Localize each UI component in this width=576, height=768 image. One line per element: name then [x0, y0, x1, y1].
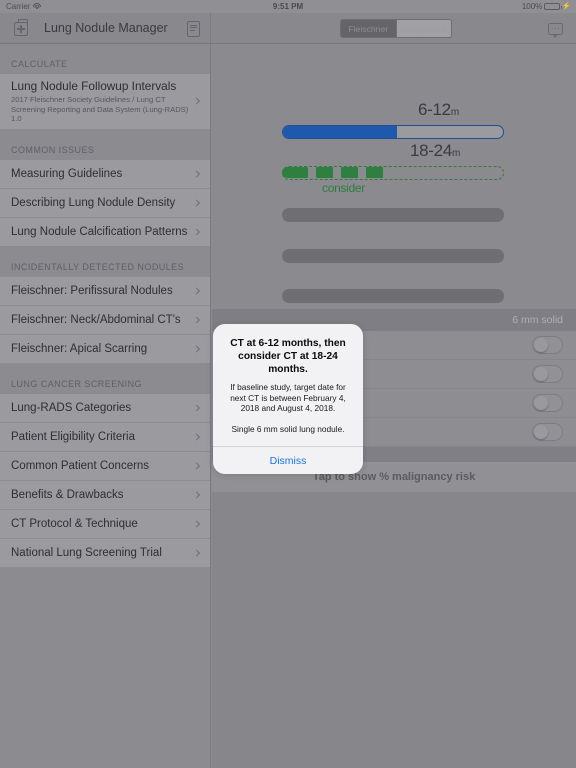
page-title: Lung Nodule Manager [44, 21, 168, 35]
empty-interval-bar [282, 208, 504, 222]
nodule-option-toggle[interactable] [532, 365, 563, 383]
empty-interval-bar [282, 249, 504, 263]
sidebar-item-label: Common Patient Concerns [11, 459, 150, 472]
sidebar-item-lung-rads-categories[interactable]: Lung-RADS Categories [0, 393, 210, 423]
sidebar-item-fleischner-neck-abdominal-cts[interactable]: Fleischner: Neck/Abdominal CT's [0, 305, 210, 335]
primary-interval-label: 6-12m [418, 100, 459, 119]
empty-interval-bar [282, 289, 504, 303]
nodule-option-toggle[interactable] [532, 394, 563, 412]
toggle-knob [534, 367, 548, 381]
toggle-knob [534, 338, 548, 352]
sidebar-item-label: Patient Eligibility Criteria [11, 430, 135, 443]
battery-icon [544, 3, 563, 10]
sidebar-item-label: Fleischner: Neck/Abdominal CT's [11, 313, 181, 326]
sidebar-item-ct-protocol-technique[interactable]: CT Protocol & Technique [0, 509, 210, 539]
sidebar-item-common-patient-concerns[interactable]: Common Patient Concerns [0, 451, 210, 481]
status-bar-time: 9:51 PM [272, 2, 304, 11]
medical-kit-add-button[interactable] [14, 13, 28, 44]
dismiss-button[interactable]: Dismiss [213, 447, 363, 474]
sidebar-section-header-lung-cancer-screening: LUNG CANCER SCREENING [0, 363, 210, 394]
alert-body: CT at 6-12 months, then consider CT at 1… [213, 324, 363, 446]
battery-percent-label: 100% [521, 2, 543, 11]
sidebar-item-label: National Lung Screening Trial [11, 546, 162, 559]
sidebar-section-header-incidentally-detected-nodules: INCIDENTALLY DETECTED NODULES [0, 246, 210, 277]
nodule-option-toggle[interactable] [532, 423, 563, 441]
sidebar-item-label: Fleischner: Perifissural Nodules [11, 284, 173, 297]
toggle-knob [534, 425, 548, 439]
consider-note: consider [322, 181, 365, 195]
status-bar-right: 100% ⚡ [522, 2, 571, 11]
sidebar-item-label: Measuring Guidelines [11, 167, 123, 180]
alert-message-secondary: Single 6 mm solid lung nodule. [231, 423, 345, 434]
sidebar[interactable]: CALCULATE Lung Nodule Followup Intervals… [0, 44, 211, 768]
guideline-segmented-control[interactable]: Fleischner Lung-RADS [340, 19, 452, 38]
sidebar-item-label: Fleischner: Apical Scarring [11, 342, 148, 355]
toggle-knob [534, 396, 548, 410]
sidebar-section-header-common-issues: COMMON ISSUES [0, 129, 210, 160]
document-report-icon [187, 20, 200, 37]
navigation-bar: Lung Nodule Manager Fleischner Lung-RADS [0, 13, 576, 44]
alert-message: If baseline study, target date for next … [230, 382, 346, 413]
status-bar: Carrier 9:51 PM 100% ⚡ [0, 0, 576, 13]
sidebar-item-label: Lung Nodule Followup Intervals [11, 79, 177, 93]
sidebar-item-describing-lung-nodule-density[interactable]: Describing Lung Nodule Density [0, 188, 210, 218]
medical-kit-add-icon [14, 19, 28, 36]
sidebar-item-fleischner-perifissural-nodules[interactable]: Fleischner: Perifissural Nodules [0, 276, 210, 306]
primary-interval-bar[interactable] [282, 125, 504, 139]
sidebar-item-subtitle: 2017 Fleischner Society Guidelines / Lun… [11, 95, 189, 123]
segment-lung-rads[interactable]: Lung-RADS [395, 20, 451, 37]
lightning-bolt-icon: ⚡ [562, 3, 571, 10]
sidebar-item-lung-nodule-calcification-patterns[interactable]: Lung Nodule Calcification Patterns [0, 217, 210, 247]
sidebar-item-label: Lung-RADS Categories [11, 401, 132, 414]
sidebar-section-header-calculate: CALCULATE [0, 44, 210, 74]
sidebar-item-label: Lung Nodule Calcification Patterns [11, 225, 188, 238]
secondary-bar-segment [282, 167, 308, 178]
sidebar-item-measuring-guidelines[interactable]: Measuring Guidelines [0, 159, 210, 189]
nodule-option-toggle[interactable] [532, 336, 563, 354]
speech-bubble-icon [548, 22, 563, 38]
report-button[interactable] [187, 13, 200, 44]
sidebar-bottom-space [0, 567, 210, 580]
sidebar-item-label: Benefits & Drawbacks [11, 488, 124, 501]
secondary-bar-segment [366, 167, 383, 178]
secondary-bar-segment [316, 167, 333, 178]
alert-title: CT at 6-12 months, then consider CT at 1… [230, 338, 346, 375]
sidebar-item-national-lung-screening-trial[interactable]: National Lung Screening Trial [0, 538, 210, 568]
sidebar-item-lung-nodule-followup-intervals[interactable]: Lung Nodule Followup Intervals 2017 Flei… [0, 74, 210, 130]
primary-interval-fill [283, 126, 398, 138]
comment-button[interactable] [548, 13, 563, 44]
main-bottom-space [212, 493, 576, 768]
secondary-bar-segment [341, 167, 358, 178]
sidebar-item-fleischner-apical-scarring[interactable]: Fleischner: Apical Scarring [0, 334, 210, 364]
followup-timeline: 6-12m 18-24m consider [212, 44, 576, 309]
secondary-interval-label: 18-24m [410, 141, 461, 160]
sidebar-item-label: Describing Lung Nodule Density [11, 196, 176, 209]
sidebar-item-benefits-drawbacks[interactable]: Benefits & Drawbacks [0, 480, 210, 510]
alert-dialog: CT at 6-12 months, then consider CT at 1… [213, 324, 363, 474]
sidebar-item-label: CT Protocol & Technique [11, 517, 138, 530]
sidebar-item-patient-eligibility-criteria[interactable]: Patient Eligibility Criteria [0, 422, 210, 452]
segment-fleischner[interactable]: Fleischner [341, 20, 396, 37]
